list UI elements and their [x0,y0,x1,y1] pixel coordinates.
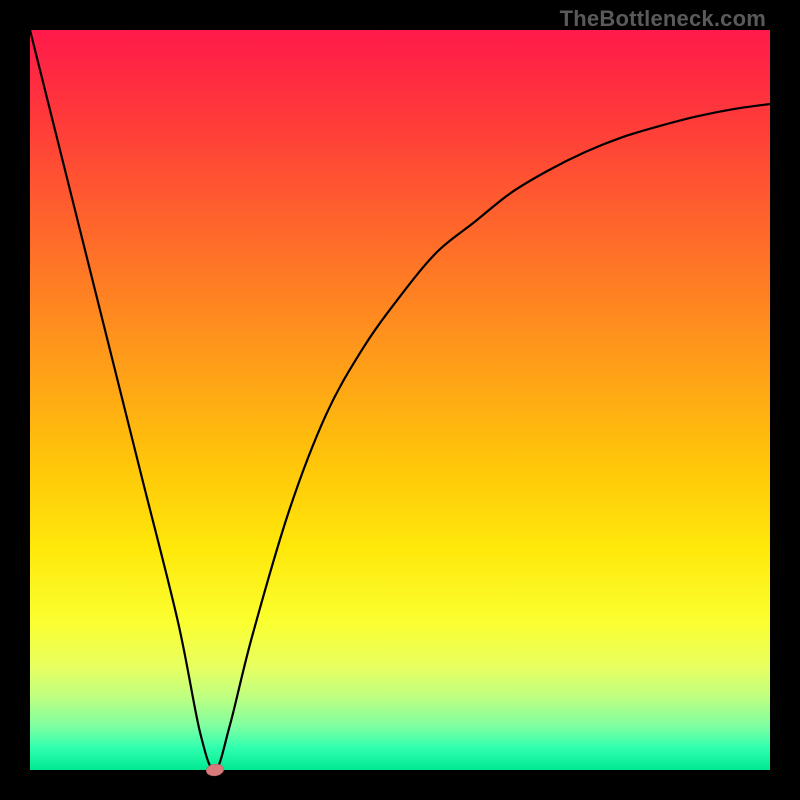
chart-container: TheBottleneck.com [0,0,800,800]
optimal-point-marker [205,763,224,777]
plot-area [30,30,770,770]
watermark-text: TheBottleneck.com [560,6,766,32]
bottleneck-curve [30,30,770,770]
